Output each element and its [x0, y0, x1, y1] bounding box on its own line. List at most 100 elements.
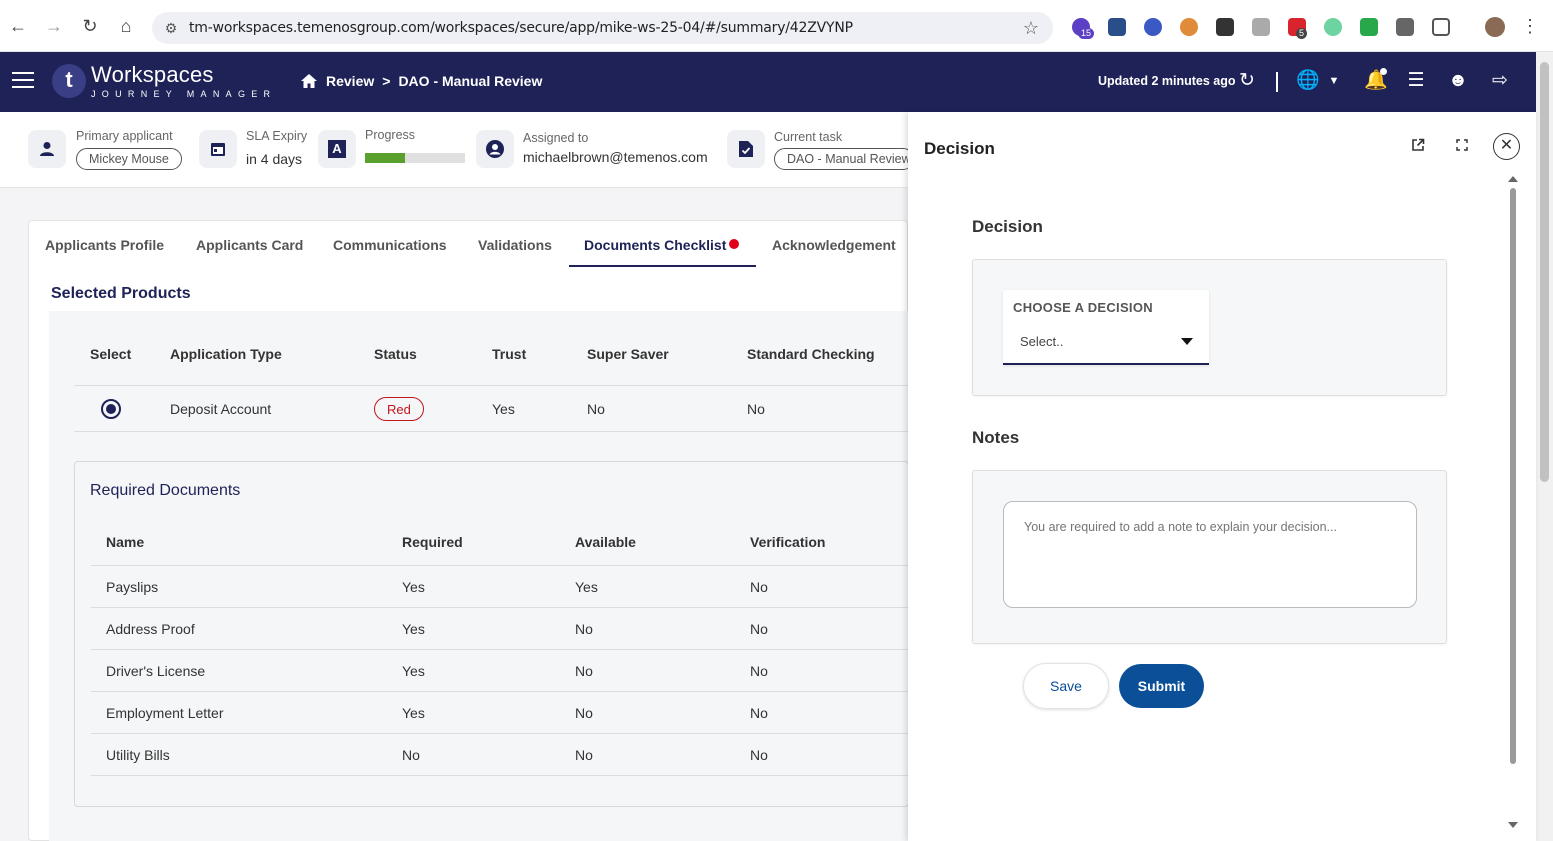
tab-communications[interactable]: Communications — [333, 237, 447, 253]
extension-badge: 5 — [1296, 28, 1308, 39]
tab-applicants-profile[interactable]: Applicants Profile — [45, 237, 164, 253]
reload-icon[interactable]: ↻ — [80, 16, 100, 36]
chevron-down-icon[interactable]: ▼ — [1323, 70, 1345, 92]
notes-section — [972, 470, 1447, 644]
page-scrollbar[interactable] — [1536, 52, 1553, 841]
updated-status: Updated 2 minutes ago — [1098, 74, 1236, 88]
app-title: Workspaces — [91, 62, 214, 87]
dropdown-caret-icon[interactable] — [1181, 338, 1193, 345]
breadcrumb: Review > DAO - Manual Review — [300, 73, 542, 89]
notes-section-title: Notes — [972, 428, 1020, 447]
primary-applicant-chip[interactable]: Mickey Mouse — [76, 148, 182, 170]
extension-icon[interactable] — [1180, 18, 1198, 36]
documents-card: Applicants Profile Applicants Card Commu… — [28, 220, 910, 841]
sla-value: in 4 days — [246, 151, 303, 167]
required-value: Yes — [402, 579, 425, 595]
fullscreen-icon[interactable] — [1453, 138, 1471, 156]
verification-value: No — [750, 579, 768, 595]
document-check-icon — [727, 130, 765, 168]
bookmark-star-icon[interactable]: ☆ — [1023, 18, 1039, 39]
document-name: Employment Letter — [106, 705, 224, 721]
save-button[interactable]: Save — [1023, 663, 1109, 709]
header-divider — [1276, 72, 1278, 92]
tab-validations[interactable]: Validations — [478, 237, 552, 253]
table-row: Deposit Account Red Yes No No — [74, 386, 909, 432]
globe-icon[interactable]: 🌐 — [1296, 70, 1320, 92]
person-icon — [28, 130, 66, 168]
extension-icon[interactable] — [1252, 18, 1270, 36]
column-header: Application Type — [170, 346, 282, 362]
application-type: Deposit Account — [170, 401, 272, 417]
super-saver-value: No — [587, 401, 605, 417]
scroll-thumb[interactable] — [1510, 188, 1516, 764]
notification-dot — [1380, 68, 1387, 75]
available-value: Yes — [575, 579, 598, 595]
extension-icon[interactable] — [1216, 18, 1234, 36]
scroll-down-icon[interactable] — [1508, 822, 1518, 828]
column-header: Name — [106, 534, 145, 550]
column-header: Available — [575, 534, 636, 550]
table-row: Employment Letter Yes No No — [91, 692, 910, 734]
puzzle-icon[interactable] — [1432, 18, 1450, 36]
extension-icon[interactable] — [1360, 18, 1378, 36]
back-icon[interactable]: ← — [8, 16, 28, 36]
table-header-row: Name Required Available Verification — [91, 520, 910, 566]
decision-section-title: Decision — [972, 217, 1043, 236]
column-header: Required — [402, 534, 463, 550]
drawer-scrollbar[interactable] — [1508, 174, 1520, 834]
extension-icon[interactable] — [1108, 18, 1126, 36]
forward-icon[interactable]: → — [44, 16, 64, 36]
column-header: Select — [90, 346, 132, 362]
logout-icon[interactable]: ⇨ — [1489, 70, 1511, 92]
open-external-icon[interactable] — [1409, 138, 1427, 156]
settings-sliders-icon[interactable]: ☰ — [1405, 70, 1427, 92]
column-header: Verification — [750, 534, 826, 550]
home-icon[interactable]: ⌂ — [116, 16, 136, 36]
column-header: Status — [374, 346, 417, 362]
document-name: Payslips — [106, 579, 159, 595]
site-settings-icon[interactable]: ⚙ — [162, 19, 180, 37]
tab-applicants-card[interactable]: Applicants Card — [196, 237, 303, 253]
notes-textarea[interactable] — [1003, 501, 1417, 608]
browser-menu-icon[interactable]: ⋮ — [1520, 16, 1540, 36]
submit-button[interactable]: Submit — [1119, 664, 1204, 708]
decision-dropdown[interactable]: CHOOSE A DECISION Select.. — [1003, 290, 1209, 365]
extension-icon[interactable] — [1396, 18, 1414, 36]
product-radio-selected[interactable] — [101, 399, 121, 419]
progress-bar — [365, 153, 465, 163]
home-icon[interactable] — [300, 73, 318, 89]
user-face-icon[interactable]: ☻ — [1447, 70, 1469, 92]
tab-acknowledgement[interactable]: Acknowledgement — [772, 237, 896, 253]
trust-value: Yes — [492, 401, 515, 417]
account-circle-icon — [476, 130, 514, 168]
breadcrumb-review[interactable]: Review — [326, 73, 374, 89]
required-value: Yes — [402, 621, 425, 637]
tab-documents-checklist[interactable]: Documents Checklist — [584, 237, 740, 253]
close-icon[interactable]: ✕ — [1493, 133, 1520, 160]
refresh-icon[interactable]: ↻ — [1236, 70, 1258, 92]
tab-bar: Applicants Profile Applicants Card Commu… — [29, 221, 909, 267]
active-tab-indicator — [569, 265, 756, 267]
verification-value: No — [750, 747, 768, 763]
extension-icon[interactable] — [1144, 18, 1162, 36]
required-documents-panel: Required Documents Name Required Availab… — [74, 461, 910, 807]
current-task-label: Current task — [774, 130, 843, 144]
address-bar[interactable]: ⚙ tm-workspaces.temenosgroup.com/workspa… — [152, 12, 1053, 44]
available-value: No — [575, 621, 593, 637]
calendar-icon — [199, 130, 237, 168]
progress-label: Progress — [365, 128, 416, 142]
verification-value: No — [750, 663, 768, 679]
table-row: Payslips Yes Yes No — [91, 566, 910, 608]
decision-selected-value[interactable]: Select.. — [1020, 334, 1063, 349]
scroll-up-icon[interactable] — [1508, 176, 1518, 182]
selected-products-panel: Select Application Type Status Trust Sup… — [49, 311, 910, 841]
extension-icon[interactable] — [1324, 18, 1342, 36]
profile-avatar[interactable] — [1485, 17, 1505, 37]
app-subtitle: JOURNEY MANAGER — [91, 89, 277, 99]
document-name: Address Proof — [106, 621, 195, 637]
alert-dot — [729, 239, 740, 249]
hamburger-menu-icon[interactable] — [12, 72, 34, 90]
url-text[interactable]: tm-workspaces.temenosgroup.com/workspace… — [189, 20, 853, 36]
required-value: Yes — [402, 705, 425, 721]
current-task-chip[interactable]: DAO - Manual Review — [774, 148, 914, 170]
